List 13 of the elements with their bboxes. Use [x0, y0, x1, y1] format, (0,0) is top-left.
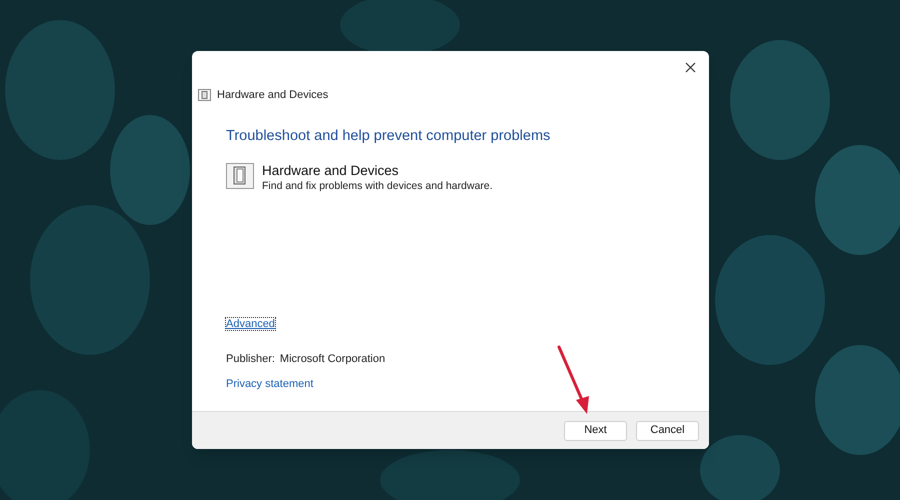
heading: Troubleshoot and help prevent computer problems: [226, 126, 552, 146]
advanced-link[interactable]: Advanced: [226, 318, 275, 330]
window-title: Hardware and Devices: [217, 88, 328, 103]
close-icon: [684, 62, 696, 72]
troubleshooter-title[interactable]: Hardware and Devices: [262, 163, 493, 180]
publisher-name: Microsoft Corporation: [280, 352, 386, 366]
troubleshooter-description: Find and fix problems with devices and hardware.: [262, 180, 493, 194]
cancel-button[interactable]: Cancel: [636, 420, 699, 440]
publisher-label: Publisher:: [226, 352, 275, 366]
device-icon: [226, 163, 254, 190]
privacy-link[interactable]: Privacy statement: [226, 378, 314, 390]
next-button[interactable]: Next: [564, 420, 627, 440]
device-icon: [198, 89, 211, 102]
